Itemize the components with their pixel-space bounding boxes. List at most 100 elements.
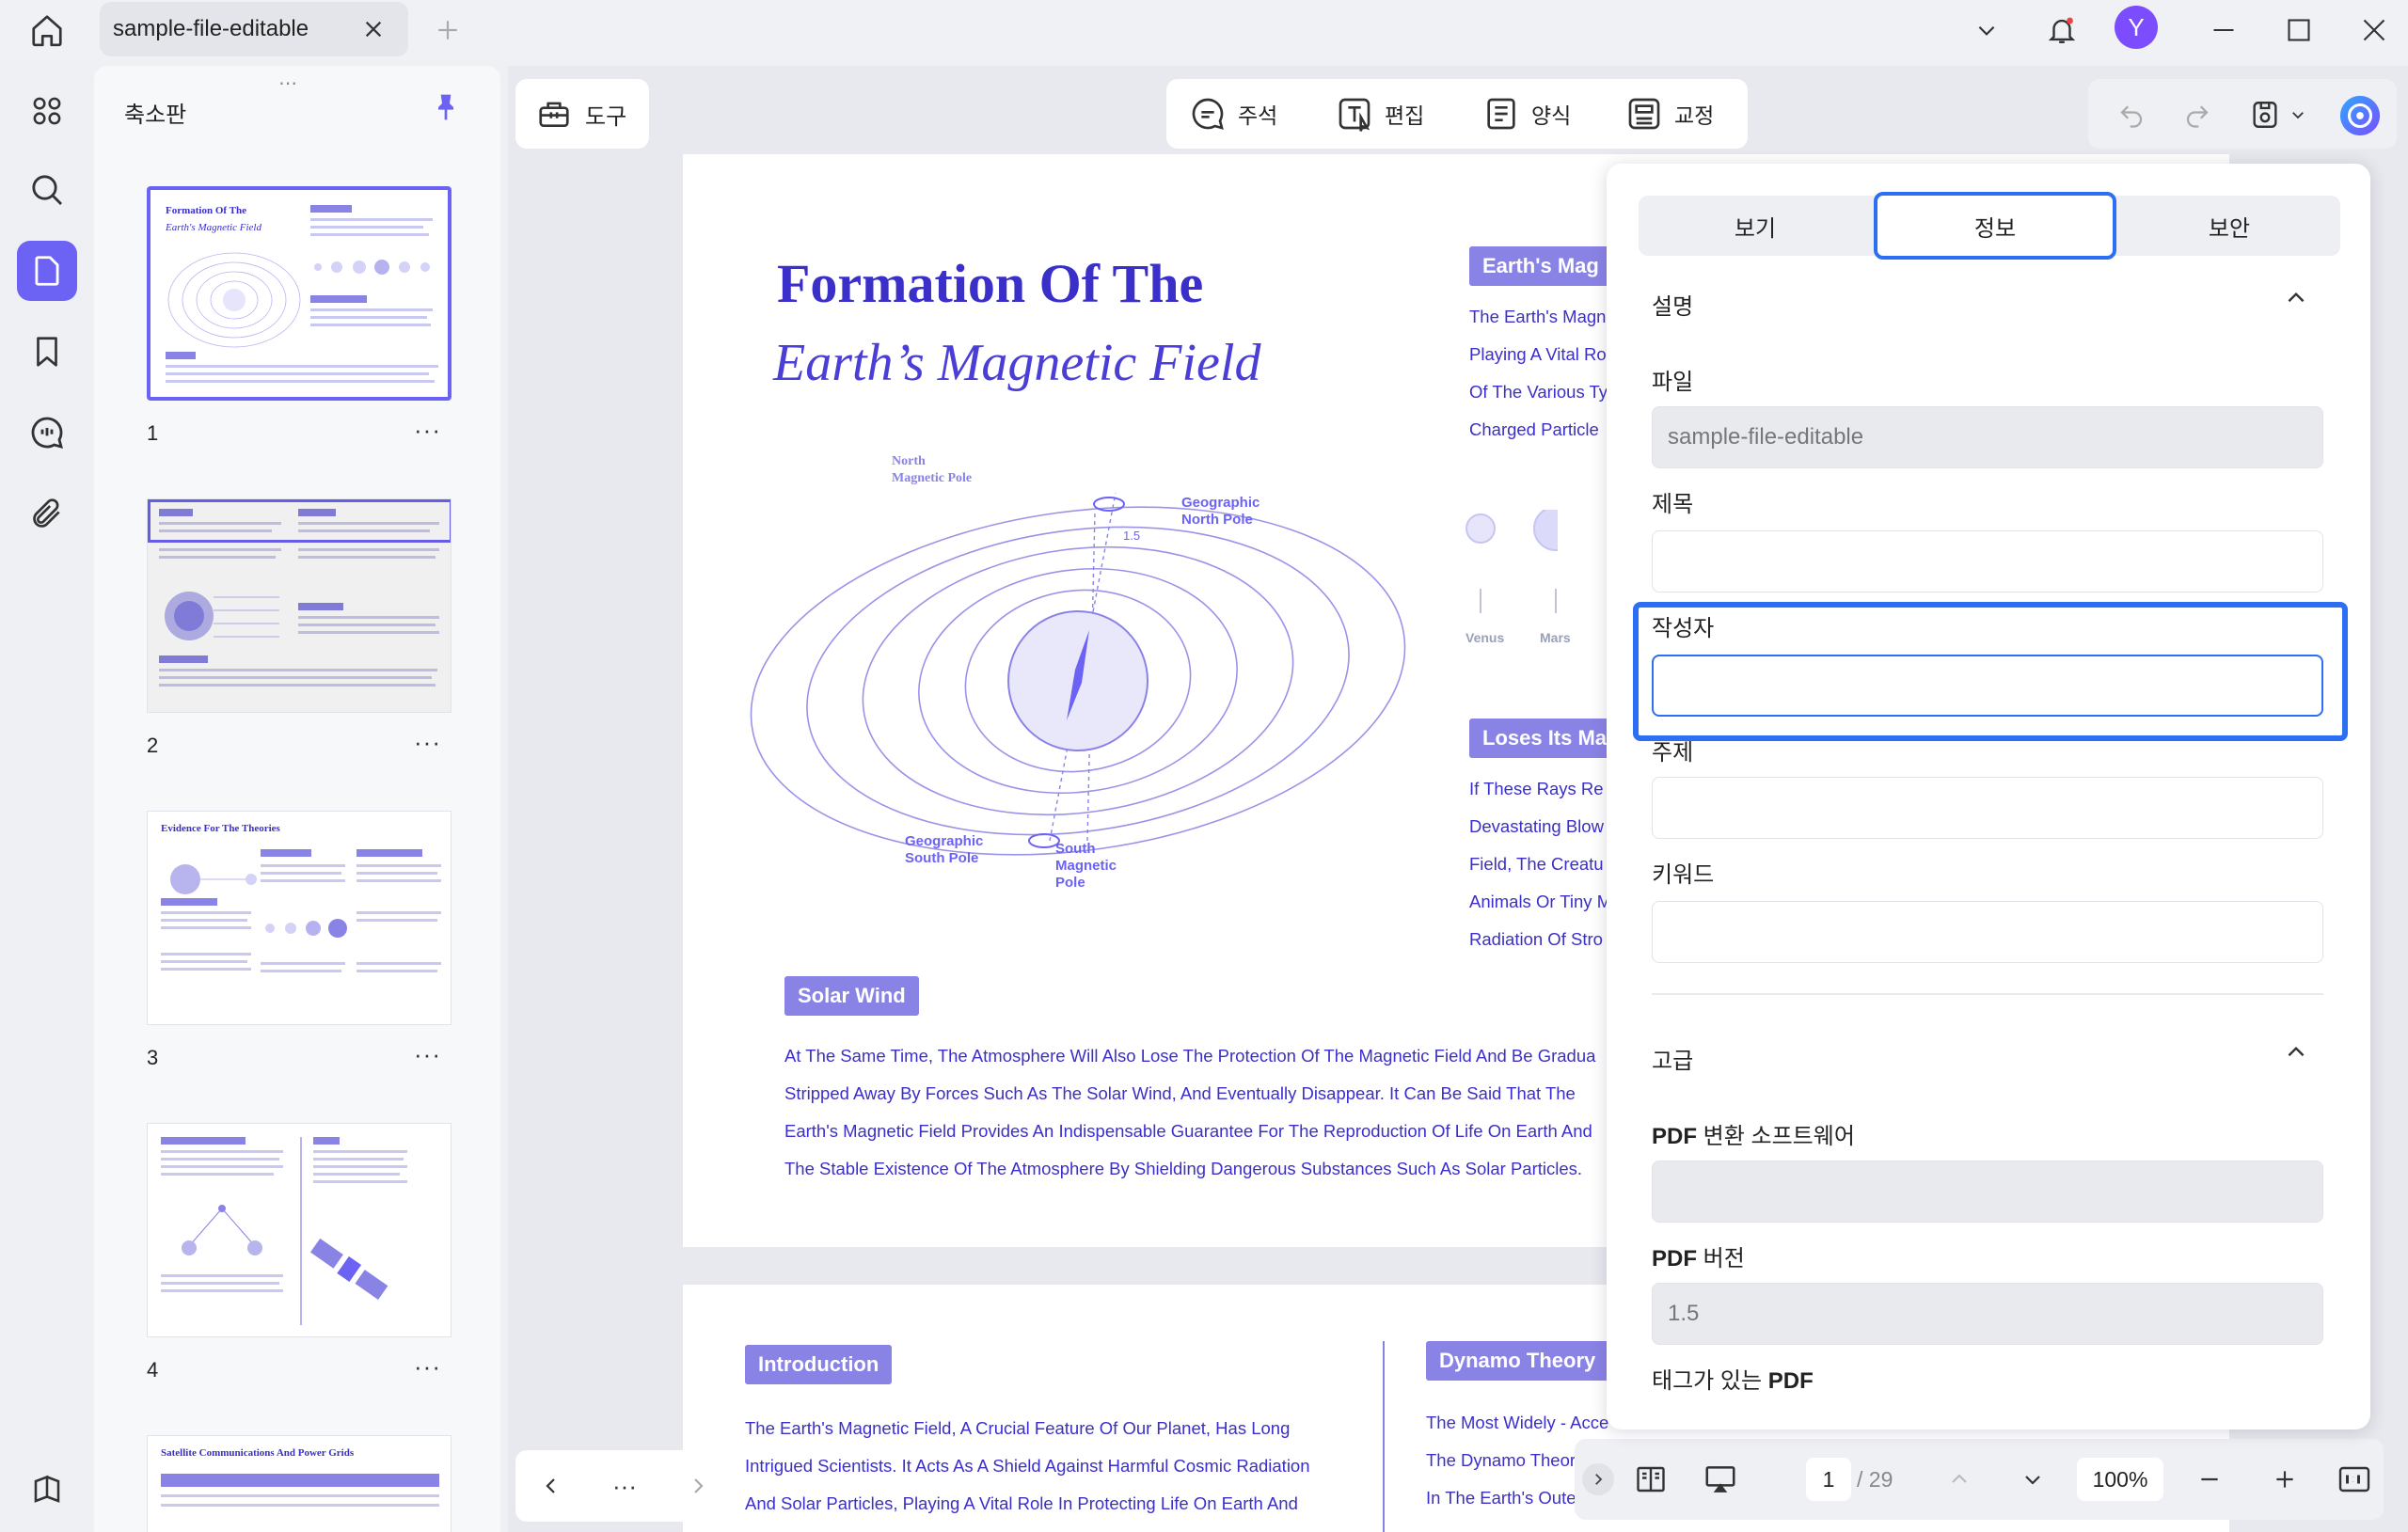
collapse-advanced-button[interactable]: [2282, 1038, 2310, 1066]
rail-attachments-button[interactable]: [17, 483, 77, 544]
chevron-right-icon: [694, 1478, 704, 1493]
chevron-down-icon: [2025, 1476, 2040, 1485]
thumb-heading: Formation Of The: [166, 205, 246, 216]
rail-thumbnails-button[interactable]: [17, 241, 77, 301]
zoom-in-button[interactable]: [2263, 1458, 2306, 1501]
collapse-bar-button[interactable]: [1582, 1463, 1614, 1495]
page-up-button[interactable]: [1938, 1458, 1981, 1501]
user-avatar[interactable]: Y: [2115, 6, 2158, 49]
current-page-input[interactable]: 1: [1806, 1458, 1851, 1501]
page-thumbnail-1[interactable]: Formation Of The Earth's Magnetic Field: [147, 186, 452, 401]
previous-page-button[interactable]: [532, 1467, 570, 1505]
body-text-line: Devastating Blow: [1469, 816, 1604, 836]
title-label: 제목: [1652, 492, 1694, 517]
comment-tool-icon: [1192, 98, 1224, 130]
magnetic-field-diagram: [750, 492, 1406, 856]
comment-tool-button[interactable]: 주석: [1189, 94, 1277, 134]
new-tab-button[interactable]: [431, 13, 465, 47]
save-options-dropdown[interactable]: [2286, 100, 2310, 130]
body-text-line: If These Rays Re: [1469, 779, 1604, 798]
close-tab-button[interactable]: [359, 15, 388, 43]
close-window-button[interactable]: [2353, 9, 2395, 51]
ai-assistant-button[interactable]: [2337, 92, 2384, 139]
rail-search-button[interactable]: [17, 160, 77, 220]
actual-size-button[interactable]: [2333, 1458, 2376, 1501]
home-icon: [32, 15, 62, 47]
save-button[interactable]: [2244, 94, 2286, 135]
tab-info[interactable]: 정보: [1874, 192, 2116, 260]
tools-button[interactable]: 도구: [515, 79, 649, 149]
geographic-north-pole-label: Geographic North Pole: [1181, 495, 1260, 528]
minimize-button[interactable]: [2203, 9, 2244, 51]
redo-button[interactable]: [2177, 94, 2218, 135]
redact-tool-label: 교정: [1674, 103, 1715, 128]
planet-diagram: [1465, 510, 1558, 613]
page-navigation: ···: [515, 1450, 734, 1522]
maximize-button[interactable]: [2278, 9, 2320, 51]
page-thumbnail-4[interactable]: [147, 1123, 452, 1337]
pdf-producer-label: PDF 변환 소프트웨어: [1652, 1117, 1855, 1150]
rail-layers-button[interactable]: [17, 1460, 77, 1520]
pin-panel-button[interactable]: [425, 87, 467, 128]
presentation-button[interactable]: [1699, 1458, 1742, 1501]
close-icon: [2363, 19, 2385, 41]
form-tool-button[interactable]: 양식: [1482, 94, 1571, 134]
undo-button[interactable]: [2111, 94, 2152, 135]
tab-view[interactable]: 보기: [1639, 196, 1872, 256]
redact-tool-button[interactable]: 교정: [1625, 94, 1714, 134]
pdf-version-field: 1.5: [1652, 1283, 2323, 1345]
document-tab[interactable]: sample-file-editable: [100, 2, 408, 56]
document-title-line2: Earth’s Magnetic Field: [773, 334, 1261, 392]
page-thumbnail-2[interactable]: [147, 498, 452, 713]
advanced-section-title: 고급: [1652, 1049, 1694, 1074]
thumb-more-button[interactable]: ···: [414, 1352, 441, 1382]
home-button[interactable]: [23, 9, 71, 51]
body-text-line: Of The Various Ty: [1469, 382, 1608, 402]
section-badge-solar-wind: Solar Wind: [784, 976, 919, 1016]
redo-icon: [2186, 105, 2209, 128]
title-field[interactable]: [1652, 530, 2323, 592]
thumb-more-button[interactable]: ···: [414, 416, 441, 445]
subject-field[interactable]: [1652, 777, 2323, 839]
thumb-page-number: 2: [147, 734, 159, 757]
panel-resize-grip[interactable]: ⋯: [278, 71, 299, 95]
body-text-line: Stripped Away By Forces Such As The Sola…: [784, 1083, 1576, 1103]
notifications-button[interactable]: [2041, 9, 2083, 51]
more-options-button[interactable]: ···: [606, 1467, 643, 1505]
page-thumbnail-3[interactable]: Evidence For The Theories: [147, 811, 452, 1025]
chevron-right-icon: [1595, 1474, 1603, 1485]
main-toolbar: 주석 편집 양식 교정: [1166, 79, 1748, 149]
page-down-button[interactable]: [2011, 1458, 2054, 1501]
thumb-page-number: 4: [147, 1358, 159, 1382]
document-properties-panel: 보기 정보 보안 설명 파일 sample-file-editable 제목 작…: [1607, 164, 2370, 1429]
rail-bookmarks-button[interactable]: [17, 322, 77, 382]
chevron-up-icon: [1952, 1474, 1967, 1483]
book-layout-icon: [1637, 1466, 1665, 1493]
edit-tool-label: 편집: [1385, 103, 1425, 128]
tab-security[interactable]: 보안: [2113, 196, 2346, 256]
zoom-level[interactable]: 100%: [2077, 1458, 2163, 1501]
body-text-line: Charged Particle: [1469, 419, 1599, 439]
presentation-icon: [1705, 1466, 1735, 1493]
thumb-more-button[interactable]: ···: [414, 728, 441, 757]
chevron-up-icon: [2288, 1046, 2305, 1057]
form-icon: [1487, 98, 1515, 130]
author-field[interactable]: [1652, 655, 2323, 717]
zoom-bar: 1 / 29 100%: [1575, 1439, 2384, 1520]
tabs-dropdown-button[interactable]: [1966, 9, 2007, 51]
properties-tabs: 보기 정보 보안: [1639, 192, 2340, 260]
page-layout-button[interactable]: [1629, 1458, 1672, 1501]
zoom-out-button[interactable]: [2188, 1458, 2231, 1501]
rail-apps-button[interactable]: [17, 81, 77, 141]
next-page-button[interactable]: [679, 1467, 717, 1505]
keywords-field[interactable]: [1652, 901, 2323, 963]
edit-tool-button[interactable]: 편집: [1336, 94, 1424, 134]
total-pages: / 29: [1857, 1467, 1893, 1492]
paperclip-icon: [33, 498, 60, 528]
thumb-more-button[interactable]: ···: [414, 1040, 441, 1069]
collapse-description-button[interactable]: [2282, 284, 2310, 312]
body-text-line: The Stable Existence Of The Atmosphere B…: [784, 1159, 1583, 1178]
rail-comments-button[interactable]: [17, 403, 77, 463]
page-thumbnail-5[interactable]: Satellite Communications And Power Grids: [147, 1435, 452, 1532]
body-text-line: Playing A Vital Ro: [1469, 344, 1607, 364]
